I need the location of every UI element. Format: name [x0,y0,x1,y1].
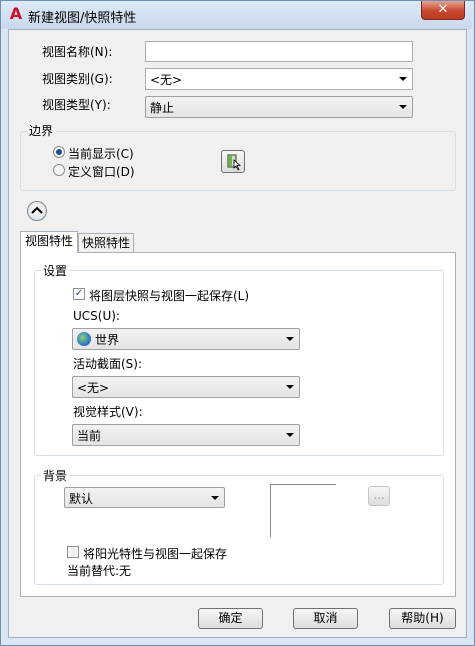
chevron-down-icon [399,105,407,109]
collapse-button[interactable] [27,201,47,221]
define-window-button[interactable] [221,150,245,173]
define-window-radio[interactable] [53,164,65,176]
chevron-down-icon [286,433,294,437]
live-section-value: <无> [77,381,110,395]
window-title: 新建视图/快照特性 [28,11,137,26]
background-dropdown[interactable]: 默认 [64,487,225,508]
visual-style-value: 当前 [77,429,102,443]
define-window-label[interactable]: 定义窗口(D) [68,163,135,180]
chevron-down-icon [286,337,294,341]
save-sun-label[interactable]: 将阳光特性与视图一起保存 [83,545,227,562]
chevron-down-icon [286,385,294,389]
current-override-text: 当前替代:无 [67,564,132,578]
ucs-value: 世界 [95,333,120,347]
current-display-radio[interactable] [53,146,65,158]
chevron-down-icon [399,77,407,81]
view-category-value: <无> [150,73,183,87]
background-group-title: 背景 [41,467,70,484]
close-button[interactable]: ✕ [421,1,465,20]
live-section-dropdown[interactable]: <无> [72,376,300,398]
ucs-label: UCS(U): [73,309,120,323]
save-sun-checkbox[interactable] [67,546,79,558]
view-category-label: 视图类别(G): [42,72,113,86]
ok-button[interactable]: 确定 [198,608,263,629]
visual-style-label: 视觉样式(V): [73,405,143,419]
view-name-input[interactable] [145,41,413,62]
help-button[interactable]: 帮助(H) [389,608,456,629]
tab-snapshot-properties[interactable]: 快照特性 [78,233,134,252]
cancel-button[interactable]: 取消 [293,608,358,629]
background-browse-button[interactable]: ... [368,486,390,506]
chevron-down-icon [211,496,219,500]
save-layer-snapshot-label[interactable]: 将图层快照与视图一起保存(L) [89,287,249,304]
tab-view-properties[interactable]: 视图特性 [20,231,78,253]
close-icon: ✕ [437,2,449,17]
background-preview [270,484,336,537]
autocad-app-icon: A [9,4,23,23]
view-category-dropdown[interactable]: <无> [145,68,413,90]
settings-group-title: 设置 [41,262,70,279]
ucs-dropdown[interactable]: 世界 [72,328,300,350]
view-type-value: 静止 [150,101,175,115]
globe-icon [77,332,91,346]
background-value: 默认 [69,492,94,506]
view-type-dropdown[interactable]: 静止 [145,96,413,118]
view-type-label: 视图类型(Y): [42,98,111,112]
chevron-up-icon [31,206,43,214]
boundary-group-title: 边界 [27,122,56,139]
save-layer-snapshot-checkbox[interactable]: ✓ [73,288,85,300]
live-section-label: 活动截面(S): [73,357,143,371]
visual-style-dropdown[interactable]: 当前 [72,424,300,446]
current-display-label[interactable]: 当前显示(C) [68,145,134,162]
view-name-label: 视图名称(N): [42,45,113,59]
window-select-icon [227,154,242,171]
